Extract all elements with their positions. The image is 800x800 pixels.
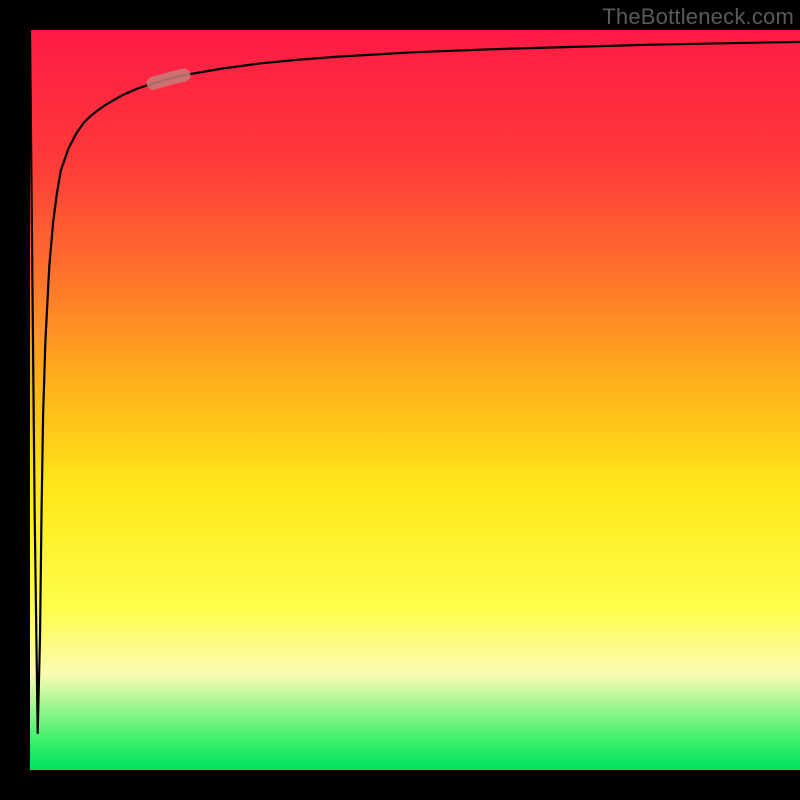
chart-plot-area [30, 30, 800, 770]
watermark-label: TheBottleneck.com [602, 4, 794, 30]
chart-stage: TheBottleneck.com [0, 0, 800, 800]
